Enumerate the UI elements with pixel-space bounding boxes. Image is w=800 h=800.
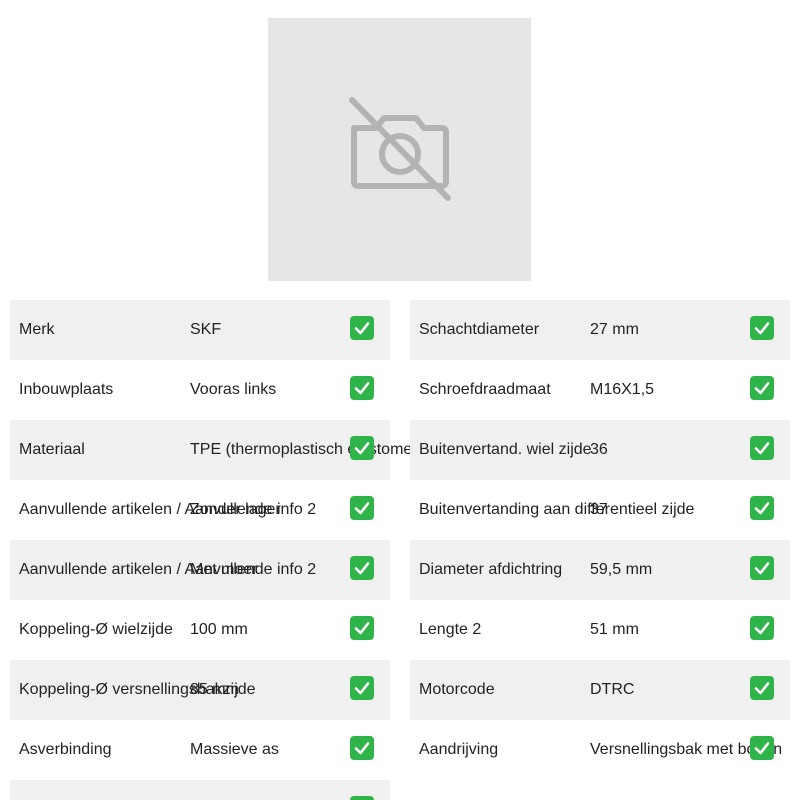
spec-row: Inbouwplaats Vooras links: [10, 360, 390, 420]
check-icon: [750, 316, 774, 340]
check-icon: [350, 436, 374, 460]
spec-label: Motorcode: [419, 681, 495, 698]
spec-row: Diameter afdichtring 59,5 mm: [410, 540, 790, 600]
check-icon: [350, 556, 374, 580]
spec-row: Lengte 2 51 mm: [410, 600, 790, 660]
spec-value: SKF: [190, 321, 222, 338]
spec-row: Merk SKF: [10, 300, 390, 360]
spec-label: Inbouwplaats: [19, 381, 114, 398]
spec-row: Materiaal TPE (thermoplastisch elastomeer…: [10, 420, 432, 480]
spec-value: 36: [590, 441, 608, 458]
spec-row: Aandrijving Versnellingsbak met boben: [410, 720, 790, 780]
spec-value: 27 mm: [590, 321, 639, 338]
check-icon: [750, 676, 774, 700]
spec-row: Buitenvertand. wiel zijde 36: [410, 420, 790, 480]
check-icon: [750, 616, 774, 640]
no-camera-icon: [346, 96, 454, 204]
check-icon: [350, 376, 374, 400]
spec-label: Diameter afdichtring: [419, 561, 563, 578]
spec-row: [10, 780, 390, 800]
spec-row: Koppeling-Ø wielzijde 100 mm: [10, 600, 390, 660]
check-icon: [750, 496, 774, 520]
spec-value: Massieve as: [190, 741, 279, 758]
spec-row: Asverbinding Massieve as: [10, 720, 390, 780]
check-icon: [350, 616, 374, 640]
spec-row: Schroefdraadmaat M16X1,5: [410, 360, 790, 420]
spec-label: Aanvullende artikelen / Aanvullende info…: [19, 561, 317, 578]
check-icon: [750, 556, 774, 580]
spec-column-left: Merk SKF Inbouwplaats Vooras links Materiaal…: [10, 300, 432, 800]
spec-value: 59,5 mm: [590, 561, 653, 578]
check-icon: [350, 736, 374, 760]
spec-value: 51 mm: [590, 621, 639, 638]
product-image-placeholder: [268, 18, 531, 281]
spec-label: Materiaal: [19, 441, 85, 458]
spec-value: Vooras links: [190, 381, 277, 398]
spec-value: TPE (thermoplastisch elastomeer): [190, 441, 432, 458]
spec-value: M16X1,5: [590, 381, 655, 398]
spec-value: DTRC: [590, 681, 635, 698]
spec-value: Zonder lager: [190, 501, 281, 518]
spec-value: 37: [590, 501, 608, 518]
spec-label: Schroefdraadmaat: [419, 381, 551, 398]
check-icon: [350, 496, 374, 520]
spec-row: Aanvullende artikelen / Aanvullende info…: [10, 480, 390, 540]
spec-row: Aanvullende artikelen / Aanvullende info…: [10, 540, 390, 600]
check-icon: [350, 676, 374, 700]
spec-row: Koppeling-Ø versnellingsbakzijde 85 mm: [10, 660, 390, 720]
spec-label: Koppeling-Ø wielzijde: [19, 621, 173, 638]
spec-row: Motorcode DTRC: [410, 660, 790, 720]
spec-label: Buitenvertand. wiel zijde: [419, 441, 592, 458]
check-icon: [750, 376, 774, 400]
spec-label: Aandrijving: [419, 741, 499, 758]
spec-value: 85 mm: [190, 681, 239, 698]
check-icon: [750, 736, 774, 760]
product-specs-page: Merk SKF Inbouwplaats Vooras links Materiaal…: [0, 0, 800, 800]
check-icon: [750, 436, 774, 460]
spec-row: Buitenvertanding aan differentieel zijde…: [410, 480, 790, 540]
spec-label: Merk: [19, 321, 55, 338]
spec-label: Asverbinding: [19, 741, 112, 758]
check-icon: [350, 316, 374, 340]
spec-row: Schachtdiameter 27 mm: [410, 300, 790, 360]
spec-column-right: Schachtdiameter 27 mm Schroefdraadmaat M16X…: [410, 300, 790, 780]
check-icon: [350, 796, 374, 800]
spec-label: Lengte 2: [419, 621, 482, 638]
spec-label: Buitenvertanding aan differentieel zijde: [419, 501, 695, 518]
spec-value: 100 mm: [190, 621, 248, 638]
spec-value: Met moer: [190, 561, 258, 578]
spec-label: Schachtdiameter: [419, 321, 540, 338]
